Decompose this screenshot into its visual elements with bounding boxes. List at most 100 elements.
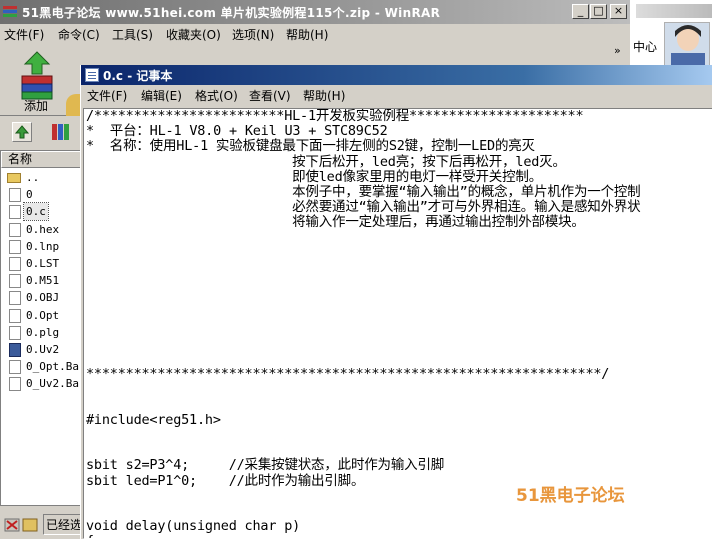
code-line: void delay(unsigned char p) bbox=[86, 518, 301, 535]
editor-content[interactable]: /************************HL-1开发板实验例程****… bbox=[86, 108, 641, 538]
file-icon bbox=[9, 377, 21, 392]
file-row[interactable]: 0.lnp bbox=[1, 238, 81, 255]
code-line: sbit s2=P3^4; //采集按键状态，此时作为输入引脚 bbox=[86, 457, 445, 474]
file-icon bbox=[9, 325, 21, 340]
winrar-app-icon bbox=[2, 4, 18, 20]
code-line: /************************HL-1开发板实验例程****… bbox=[86, 108, 584, 124]
menu-command[interactable]: 命令(C) bbox=[58, 26, 100, 43]
np-menu-view[interactable]: 查看(V) bbox=[249, 87, 291, 104]
notepad-window: 0.c - 记事本 文件(F) 编辑(E) 格式(O) 查看(V) 帮助(H) … bbox=[80, 65, 712, 539]
file-name: 0.hex bbox=[26, 222, 60, 236]
code-line: ****************************************… bbox=[86, 366, 610, 383]
notepad-menubar: 文件(F) 编辑(E) 格式(O) 查看(V) 帮助(H) bbox=[81, 85, 712, 106]
status-bar: 已经选 bbox=[0, 510, 86, 539]
up-folder-icon[interactable] bbox=[12, 122, 32, 142]
close-button[interactable]: × bbox=[610, 4, 627, 19]
file-name: .. bbox=[26, 171, 40, 184]
file-icon bbox=[9, 222, 21, 237]
menu-favorites[interactable]: 收藏夹(O) bbox=[166, 26, 221, 43]
menu-options[interactable]: 选项(N) bbox=[232, 26, 274, 43]
folder-icon bbox=[7, 173, 21, 183]
file-icon bbox=[9, 205, 21, 220]
file-name: 0.lnp bbox=[26, 239, 60, 253]
file-row[interactable]: 0.plg bbox=[1, 324, 81, 341]
code-line: * 名称：使用HL-1 实验板键盘最下面一排左侧的S2键，控制一LED的亮灭 bbox=[86, 138, 535, 155]
notepad-app-icon bbox=[85, 68, 99, 82]
file-row[interactable]: 0 bbox=[1, 186, 81, 203]
file-name: 0.Uv2 bbox=[26, 343, 60, 356]
menu-help[interactable]: 帮助(H) bbox=[286, 26, 328, 43]
status-icons bbox=[4, 517, 40, 533]
file-name: 0.M51 bbox=[26, 274, 60, 288]
file-row[interactable]: 0.M51 bbox=[1, 272, 81, 289]
file-name: 0.Opt bbox=[26, 308, 60, 322]
file-icon bbox=[9, 343, 21, 357]
file-name: 0_Uv2.Bak bbox=[26, 377, 86, 391]
side-panel-label[interactable]: 中心 bbox=[633, 38, 657, 55]
file-row[interactable]: 0.hex bbox=[1, 221, 81, 238]
status-text: 已经选 bbox=[43, 514, 86, 535]
np-menu-format[interactable]: 格式(O) bbox=[195, 87, 238, 104]
maximize-button[interactable]: □ bbox=[590, 4, 607, 19]
file-name: 0.plg bbox=[26, 325, 60, 339]
file-icon bbox=[9, 291, 21, 306]
file-row[interactable]: 0_Opt.Bak bbox=[1, 358, 86, 375]
minimize-button[interactable]: _ bbox=[572, 4, 589, 19]
add-button-label[interactable]: 添加 bbox=[24, 97, 48, 114]
winrar-title: 51黑电子论坛 www.51hei.com 单片机实验例程115个.zip - … bbox=[22, 6, 441, 20]
file-row[interactable]: 0.OBJ bbox=[1, 289, 81, 306]
text-editor[interactable]: /************************HL-1开发板实验例程****… bbox=[83, 108, 712, 539]
winrar-titlebar[interactable]: 51黑电子论坛 www.51hei.com 单片机实验例程115个.zip - … bbox=[0, 0, 630, 24]
file-icon bbox=[9, 274, 21, 289]
menu-tools[interactable]: 工具(S) bbox=[112, 26, 153, 43]
np-menu-file[interactable]: 文件(F) bbox=[87, 87, 127, 104]
file-row[interactable]: 0.c bbox=[1, 202, 81, 222]
notepad-titlebar[interactable]: 0.c - 记事本 bbox=[81, 65, 712, 85]
file-name: 0.OBJ bbox=[26, 291, 60, 305]
column-header-name[interactable]: 名称 bbox=[1, 151, 81, 168]
winrar-menubar: 文件(F) 命令(C) 工具(S) 收藏夹(O) 选项(N) 帮助(H) bbox=[0, 24, 630, 44]
file-icon bbox=[9, 308, 21, 323]
code-line: { bbox=[86, 534, 640, 538]
watermark-text: 51黑电子论坛 bbox=[516, 486, 625, 506]
side-panel-banner bbox=[636, 4, 712, 18]
archive-mode-icon[interactable] bbox=[50, 122, 76, 142]
file-icon bbox=[9, 360, 21, 375]
menu-file[interactable]: 文件(F) bbox=[4, 26, 44, 43]
notepad-title: 0.c - 记事本 bbox=[103, 69, 173, 83]
file-icon bbox=[9, 239, 21, 254]
file-name: 0.LST bbox=[26, 257, 60, 270]
file-list[interactable]: 名称 .. 0 0.c 0.hex 0.lnp 0.LST 0.M51 0.OBJ 0.Opt 0… bbox=[0, 150, 86, 506]
file-row[interactable]: 0.Opt bbox=[1, 307, 81, 324]
chevron-right-icon[interactable]: » bbox=[614, 44, 621, 57]
code-line: 本例子中，要掌握“输入输出”的概念，单片机作为一个控制 bbox=[86, 183, 641, 200]
file-name: 0.c bbox=[23, 202, 49, 222]
code-line: 即使led像家里用的电灯一样受开关控制。 bbox=[86, 168, 543, 185]
file-icon bbox=[9, 257, 21, 271]
file-row[interactable]: 0_Uv2.Bak bbox=[1, 375, 86, 392]
avatar[interactable] bbox=[664, 22, 710, 66]
file-row[interactable]: 0.LST bbox=[1, 255, 81, 272]
file-row[interactable]: 0.Uv2 bbox=[1, 341, 81, 358]
file-row[interactable]: .. bbox=[1, 169, 81, 186]
file-icon bbox=[9, 188, 21, 203]
np-menu-help[interactable]: 帮助(H) bbox=[303, 87, 345, 104]
file-name: 0_Opt.Bak bbox=[26, 360, 86, 374]
code-line: 按下后松开，led亮；按下后再松开，led灭。 bbox=[86, 153, 566, 170]
code-line: 将输入作一定处理后，再通过输出控制外部模块。 bbox=[86, 214, 585, 231]
np-menu-edit[interactable]: 编辑(E) bbox=[141, 87, 182, 104]
